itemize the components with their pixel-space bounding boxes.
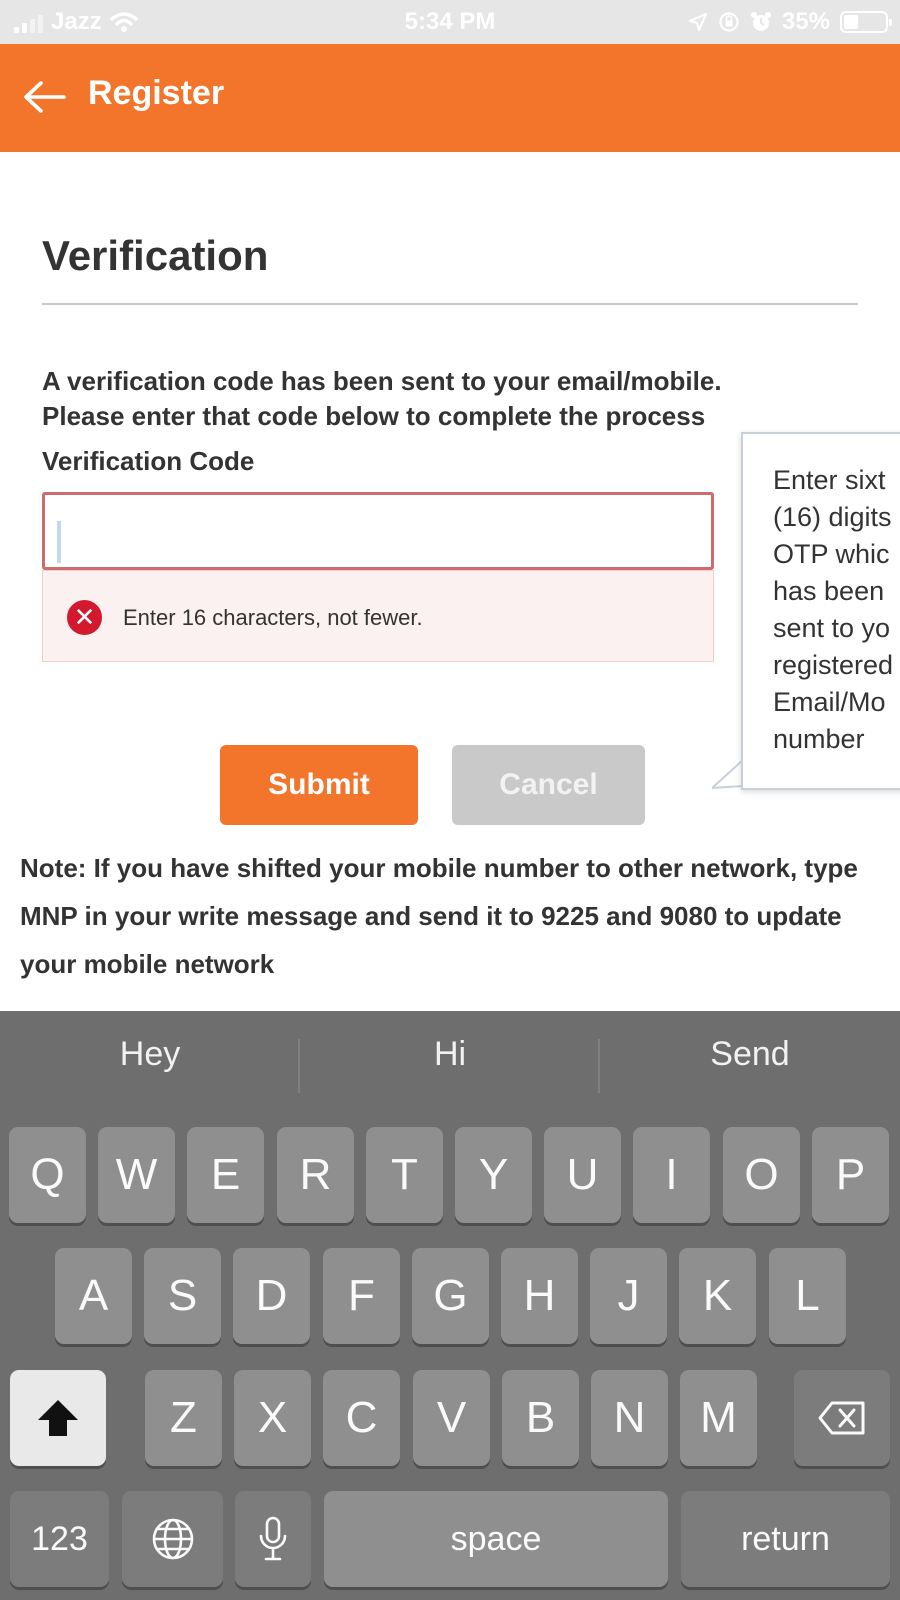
key-s[interactable]: S	[144, 1248, 221, 1344]
page-title: Verification	[42, 232, 269, 279]
error-message-text: Enter 16 characters, not fewer.	[123, 605, 423, 630]
instructions-line-1: A verification code has been sent to you…	[42, 366, 722, 396]
key-i[interactable]: I	[633, 1127, 710, 1223]
status-right: 35%	[688, 8, 892, 36]
key-t[interactable]: T	[366, 1127, 443, 1223]
status-bar: Jazz 5:34 PM 35%	[0, 0, 900, 44]
microphone-icon	[259, 1516, 287, 1561]
battery-icon	[840, 11, 892, 33]
key-a[interactable]: A	[55, 1248, 132, 1344]
key-r[interactable]: R	[277, 1127, 354, 1223]
tooltip-text: Enter sixt (16) digits OTP whic has been…	[773, 465, 894, 754]
return-key[interactable]: return	[681, 1491, 890, 1587]
suggestion-3[interactable]: Send	[600, 1035, 900, 1074]
key-x[interactable]: X	[234, 1370, 311, 1466]
numbers-key[interactable]: 123	[10, 1491, 109, 1587]
key-p[interactable]: P	[812, 1127, 889, 1223]
battery-percent: 35%	[781, 8, 830, 35]
back-arrow-icon[interactable]	[22, 80, 66, 114]
key-f[interactable]: F	[323, 1248, 400, 1344]
alarm-icon	[750, 12, 771, 31]
error-x-icon: ✕	[67, 600, 102, 635]
cancel-button[interactable]: Cancel	[452, 745, 645, 825]
key-z[interactable]: Z	[145, 1370, 222, 1466]
backspace-icon	[818, 1401, 865, 1435]
space-key[interactable]: space	[324, 1491, 668, 1587]
key-l[interactable]: L	[769, 1248, 846, 1344]
key-w[interactable]: W	[98, 1127, 175, 1223]
key-j[interactable]: J	[590, 1248, 667, 1344]
app-header: Register	[0, 44, 900, 152]
suggestion-2[interactable]: Hi	[300, 1035, 600, 1074]
suggestion-bar: Hey Hi Send	[0, 1011, 900, 1111]
shift-key[interactable]	[10, 1370, 106, 1466]
key-m[interactable]: M	[680, 1370, 757, 1466]
key-k[interactable]: K	[679, 1248, 756, 1344]
key-q[interactable]: Q	[9, 1127, 86, 1223]
key-u[interactable]: U	[544, 1127, 621, 1223]
on-screen-keyboard: Hey Hi Send QWERTYUIOP ASDFGHJKL ZXCVBNM 1…	[0, 1011, 900, 1600]
backspace-key[interactable]	[794, 1370, 890, 1466]
submit-button[interactable]: Submit	[220, 745, 418, 825]
suggestion-1[interactable]: Hey	[0, 1035, 300, 1074]
key-n[interactable]: N	[591, 1370, 668, 1466]
key-o[interactable]: O	[723, 1127, 800, 1223]
key-c[interactable]: C	[323, 1370, 400, 1466]
key-y[interactable]: Y	[455, 1127, 532, 1223]
key-h[interactable]: H	[501, 1248, 578, 1344]
globe-icon	[152, 1518, 193, 1560]
otp-hint-tooltip: Enter sixt (16) digits OTP whic has been…	[741, 432, 900, 790]
microphone-key[interactable]	[235, 1491, 311, 1587]
mnp-note: Note: If you have shifted your mobile nu…	[20, 853, 858, 979]
key-e[interactable]: E	[187, 1127, 264, 1223]
instructions: A verification code has been sent to you…	[42, 364, 722, 434]
verification-code-input[interactable]	[42, 492, 714, 570]
instructions-line-2: Please enter that code below to complete…	[42, 401, 706, 431]
orientation-lock-icon	[719, 12, 739, 32]
title-divider	[42, 303, 858, 305]
location-arrow-icon	[688, 12, 708, 32]
error-message-box: ✕ Enter 16 characters, not fewer.	[42, 570, 714, 662]
text-caret	[57, 521, 61, 563]
globe-key[interactable]	[122, 1491, 223, 1587]
header-title: Register	[88, 74, 225, 112]
key-d[interactable]: D	[233, 1248, 310, 1344]
shift-arrow-icon	[38, 1400, 78, 1436]
key-g[interactable]: G	[412, 1248, 489, 1344]
key-b[interactable]: B	[502, 1370, 579, 1466]
key-v[interactable]: V	[413, 1370, 490, 1466]
verification-code-label: Verification Code	[42, 446, 255, 476]
